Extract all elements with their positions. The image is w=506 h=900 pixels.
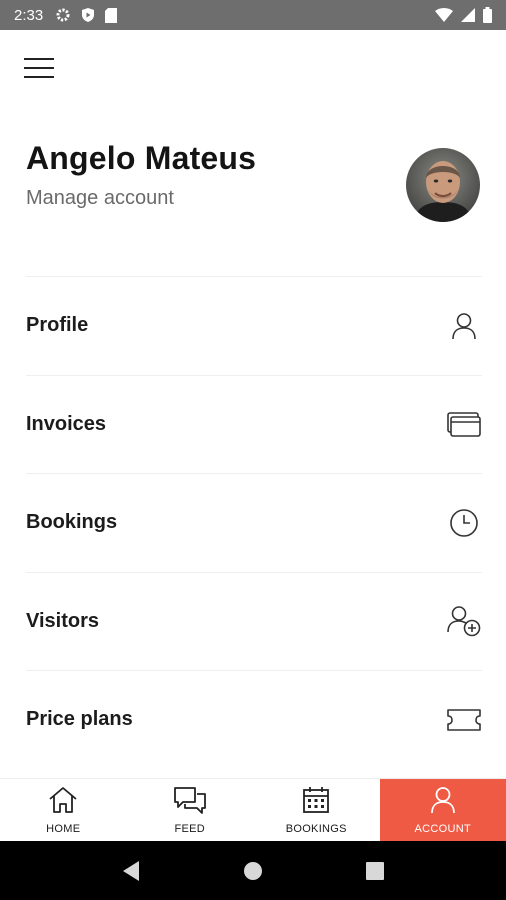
menu-item-label: Profile	[26, 314, 89, 337]
tab-bookings[interactable]: BOOKINGS	[253, 779, 380, 841]
chat-icon	[173, 786, 207, 819]
status-right-icons	[435, 7, 492, 23]
menu-item-profile[interactable]: Profile	[26, 276, 482, 375]
tab-label: ACCOUNT	[414, 822, 471, 835]
hamburger-menu-icon[interactable]	[24, 54, 58, 82]
calendar-icon	[302, 786, 330, 819]
recents-icon[interactable]	[355, 851, 395, 891]
clock-icon	[446, 505, 482, 541]
add-user-icon	[446, 603, 482, 639]
menu-line	[24, 58, 54, 60]
wifi-icon	[435, 8, 453, 22]
menu-item-label: Price plans	[26, 708, 133, 731]
tab-label: FEED	[174, 822, 206, 835]
menu-item-label: Visitors	[26, 609, 99, 632]
profile-header: Angelo Mateus Manage account	[26, 140, 480, 230]
tab-label: HOME	[46, 822, 81, 835]
home-circle-icon[interactable]	[233, 851, 273, 891]
manage-account-link[interactable]: Manage account	[26, 187, 174, 210]
menu-line	[24, 76, 54, 78]
gear-icon	[55, 7, 71, 23]
menu-item-bookings[interactable]: Bookings	[26, 473, 482, 572]
battery-icon	[483, 7, 492, 23]
status-left-icons	[55, 7, 118, 23]
status-bar: 2:33	[0, 0, 506, 30]
tab-account[interactable]: ACCOUNT	[379, 779, 506, 841]
back-icon[interactable]	[111, 851, 151, 891]
menu-line	[24, 67, 54, 69]
menu-item-label: Bookings	[26, 511, 118, 534]
bottom-navigation: HOME FEED BOOKINGS ACCOUNT	[0, 778, 506, 841]
sd-card-icon	[105, 7, 118, 23]
home-icon	[48, 786, 78, 819]
menu-item-visitors[interactable]: Visitors	[26, 571, 482, 671]
ticket-icon	[446, 702, 482, 738]
wallet-icon	[446, 406, 482, 442]
system-navigation-bar	[0, 841, 506, 900]
user-icon	[430, 786, 456, 819]
tab-label: BOOKINGS	[285, 822, 347, 835]
user-icon	[446, 308, 482, 344]
menu-item-invoices[interactable]: Invoices	[26, 374, 482, 474]
account-menu-list: Profile Invoices Bookings Visitors Price…	[26, 276, 482, 769]
tab-feed[interactable]: FEED	[127, 779, 254, 841]
menu-item-label: Invoices	[26, 412, 107, 435]
play-protect-icon	[81, 7, 95, 23]
status-time: 2:33	[14, 6, 44, 24]
menu-item-price-plans[interactable]: Price plans	[26, 670, 482, 769]
avatar[interactable]	[406, 148, 480, 222]
signal-icon	[461, 8, 475, 22]
tab-home[interactable]: HOME	[0, 779, 127, 841]
